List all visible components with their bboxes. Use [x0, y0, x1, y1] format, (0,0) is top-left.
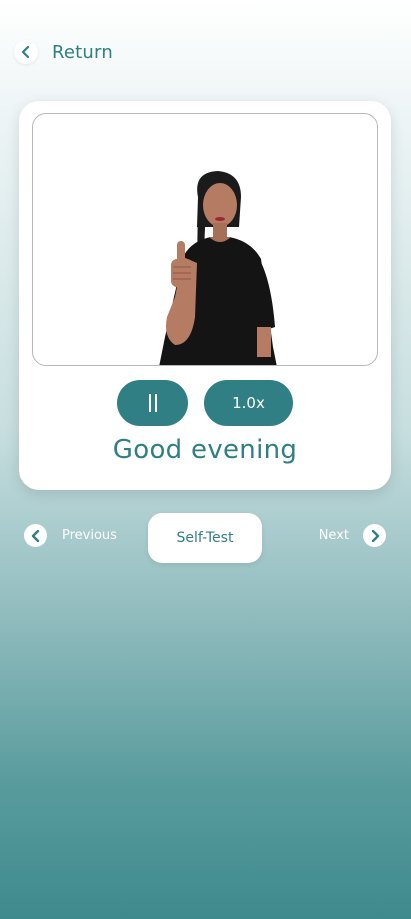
chevron-left-icon — [24, 524, 47, 547]
speed-label: 1.0x — [232, 394, 265, 412]
pause-icon — [148, 394, 157, 412]
previous-label: Previous — [62, 528, 117, 543]
chevron-right-icon — [363, 524, 386, 547]
sign-card: 1.0x Good evening — [19, 101, 391, 490]
next-label: Next — [318, 528, 349, 543]
speed-button[interactable]: 1.0x — [204, 380, 293, 426]
signer-figure — [159, 171, 277, 365]
chevron-left-icon — [14, 40, 38, 64]
lesson-nav: Previous Self-Test Next — [0, 512, 411, 564]
return-button[interactable]: Return — [14, 38, 113, 66]
sign-video[interactable] — [32, 113, 378, 366]
return-label: Return — [52, 41, 113, 63]
pause-button[interactable] — [117, 380, 188, 426]
next-button[interactable]: Next — [319, 524, 386, 547]
self-test-button[interactable]: Self-Test — [148, 513, 262, 563]
previous-button[interactable]: Previous — [24, 524, 117, 547]
sign-phrase: Good evening — [112, 435, 298, 465]
